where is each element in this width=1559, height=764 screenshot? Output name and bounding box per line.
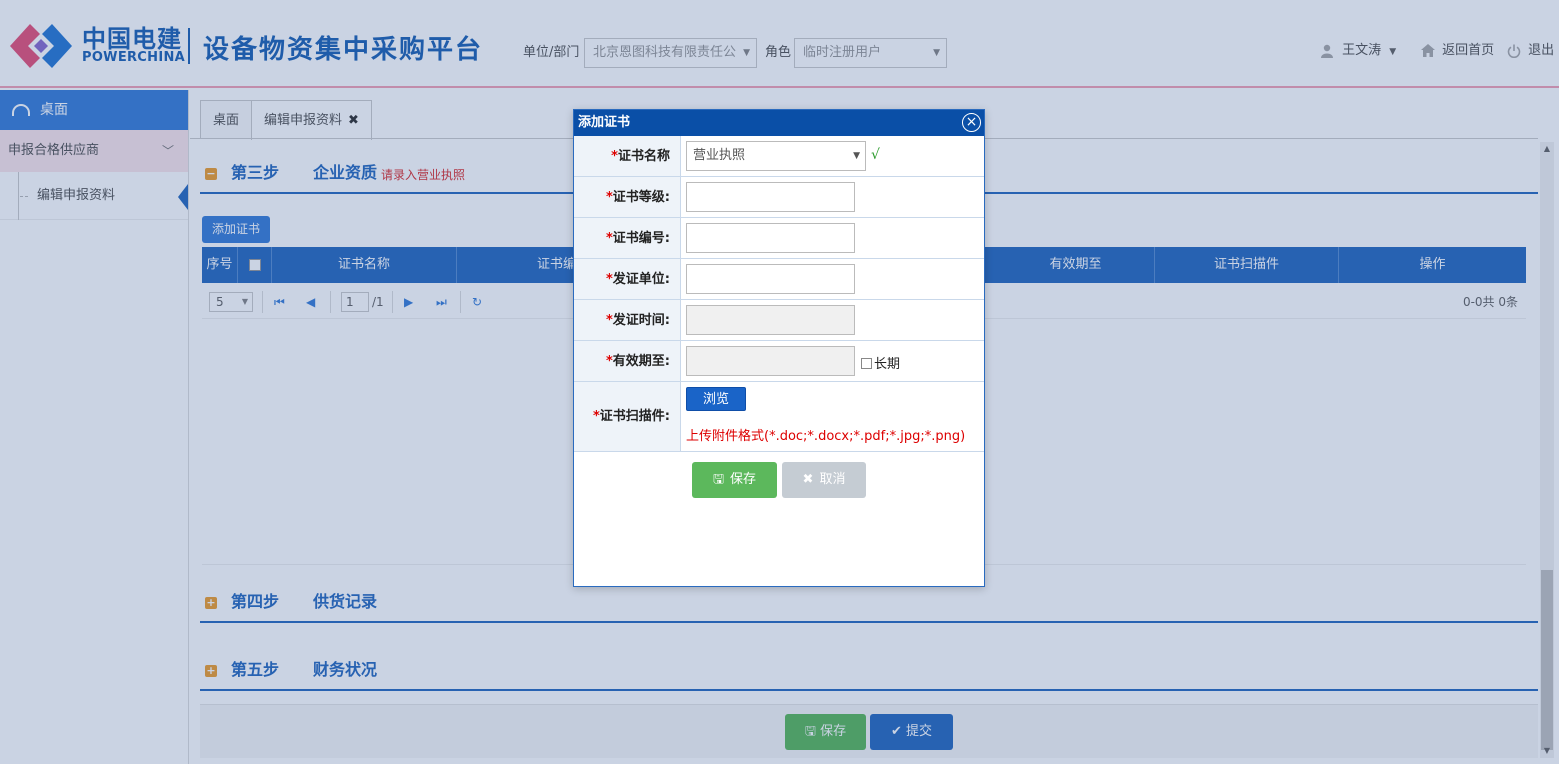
- save-icon: 🖫: [712, 472, 725, 487]
- scan-label-text: 证书扫描件:: [599, 409, 670, 424]
- cert-name-label-text: 证书名称: [617, 149, 670, 164]
- grade-input[interactable]: [686, 182, 855, 212]
- add-certificate-dialog: 添加证书 × *证书名称 营业执照 ▼ √ *证书等级: *证书编号: *发证单…: [573, 109, 985, 587]
- field-row-number: *证书编号:: [574, 218, 984, 259]
- cert-number-input[interactable]: [686, 223, 855, 253]
- browse-button[interactable]: 浏览: [686, 387, 746, 411]
- dialog-cancel-button[interactable]: ✖ 取消: [782, 462, 866, 498]
- field-row-scan: *证书扫描件: 浏览 上传附件格式(*.doc;*.docx;*.pdf;*.j…: [574, 382, 984, 452]
- dialog-save-button[interactable]: 🖫 保存: [692, 462, 777, 498]
- grade-label: *证书等级:: [574, 177, 681, 217]
- checkbox-icon[interactable]: [861, 358, 872, 369]
- required-mark: *: [605, 231, 613, 246]
- long-term-checkbox[interactable]: 长期: [861, 353, 900, 372]
- number-field: [686, 223, 855, 253]
- field-row-issue-date: *发证时间:: [574, 300, 984, 341]
- required-mark: *: [592, 409, 600, 424]
- field-row-grade: *证书等级:: [574, 177, 984, 218]
- grade-label-text: 证书等级:: [612, 190, 670, 205]
- field-row-cert-name: *证书名称 营业执照 ▼ √: [574, 136, 984, 177]
- issue-date-picker[interactable]: [686, 305, 855, 335]
- required-mark: *: [605, 354, 613, 369]
- dialog-title-bar: 添加证书 ×: [574, 110, 984, 136]
- cert-name-select[interactable]: 营业执照 ▼: [686, 141, 866, 171]
- scan-label: *证书扫描件:: [574, 382, 681, 451]
- close-icon: ✖: [802, 472, 814, 487]
- upload-format-hint: 上传附件格式(*.doc;*.docx;*.pdf;*.jpg;*.png): [686, 429, 966, 444]
- issue-date-field: [686, 305, 855, 335]
- long-term-label: 长期: [874, 357, 901, 372]
- expiry-label: *有效期至:: [574, 341, 681, 381]
- number-label: *证书编号:: [574, 218, 681, 258]
- grade-field: [686, 182, 855, 212]
- dialog-cancel-label: 取消: [819, 472, 846, 487]
- required-mark: *: [611, 149, 618, 164]
- required-mark: *: [605, 272, 613, 287]
- chevron-down-icon: ▼: [853, 151, 860, 161]
- issuer-label: *发证单位:: [574, 259, 681, 299]
- dialog-save-label: 保存: [730, 472, 757, 487]
- close-icon[interactable]: ×: [962, 113, 981, 132]
- issuer-field: [686, 264, 855, 294]
- cert-name-label: *证书名称: [574, 136, 681, 176]
- dialog-title: 添加证书: [578, 115, 631, 130]
- cert-name-field: 营业执照 ▼ √: [686, 141, 880, 171]
- issue-date-label: *发证时间:: [574, 300, 681, 340]
- valid-check-icon: √: [871, 147, 880, 163]
- expiry-label-text: 有效期至:: [612, 354, 670, 369]
- number-label-text: 证书编号:: [612, 231, 670, 246]
- required-mark: *: [605, 190, 613, 205]
- dialog-actions: 🖫 保存 ✖ 取消: [574, 462, 984, 502]
- field-row-expiry: *有效期至: 长期: [574, 341, 984, 382]
- expiry-date-picker[interactable]: [686, 346, 855, 376]
- cert-name-select-value: 营业执照: [693, 148, 746, 163]
- required-mark: *: [605, 313, 613, 328]
- field-row-issuer: *发证单位:: [574, 259, 984, 300]
- expiry-field: 长期: [686, 346, 900, 376]
- issue-date-label-text: 发证时间:: [612, 313, 670, 328]
- issuer-input[interactable]: [686, 264, 855, 294]
- issuer-label-text: 发证单位:: [612, 272, 670, 287]
